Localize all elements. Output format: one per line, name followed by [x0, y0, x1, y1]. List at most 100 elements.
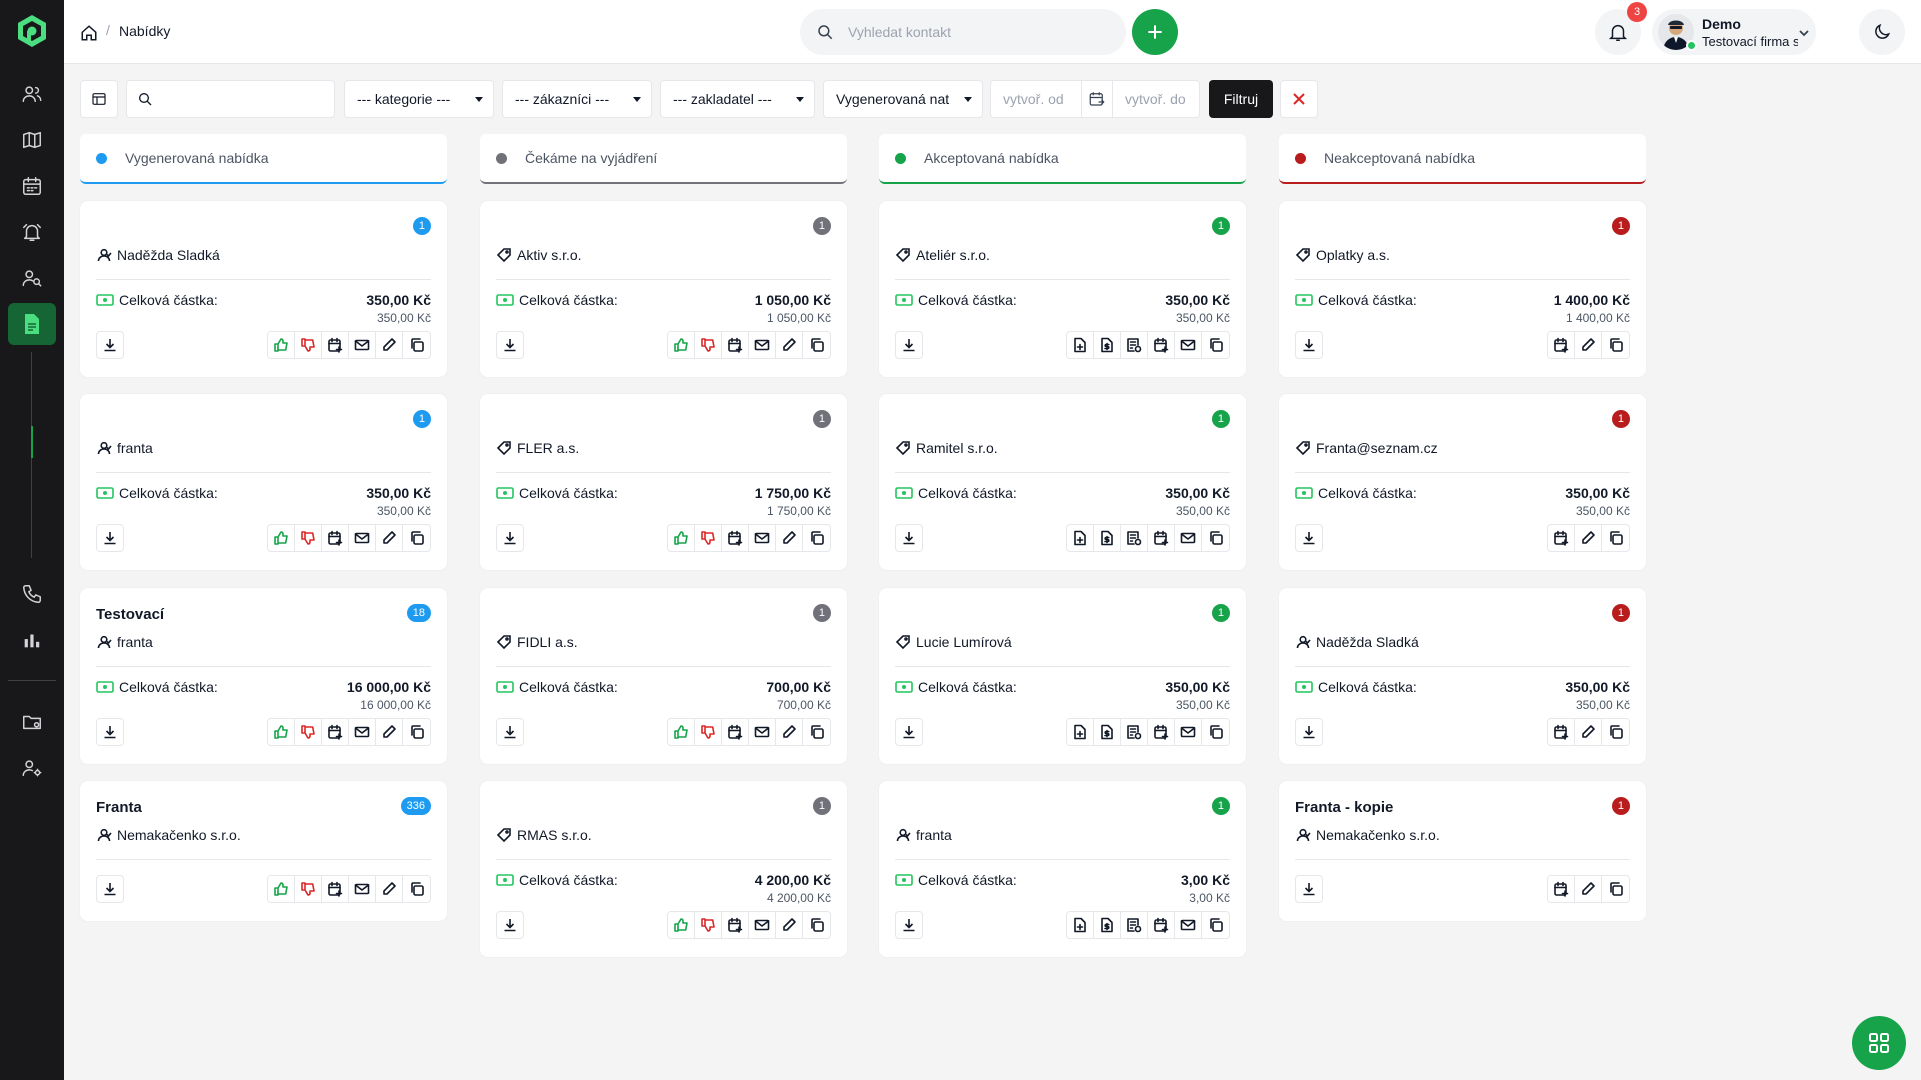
pencil-button[interactable]: [1575, 332, 1602, 358]
offer-card[interactable]: 1 franta Celková částka: 3,00 Kč 3,00 Kč: [879, 781, 1246, 957]
filter-button[interactable]: Filtruj: [1209, 80, 1273, 118]
copy-button[interactable]: [1202, 719, 1229, 745]
calendar-add-button[interactable]: [1148, 332, 1175, 358]
calendar-add-button[interactable]: [722, 912, 749, 938]
thumbs-down-button[interactable]: [295, 525, 322, 551]
calendar-add-button[interactable]: [322, 719, 349, 745]
thumbs-up-button[interactable]: [268, 876, 295, 902]
thumbs-up-button[interactable]: [268, 525, 295, 551]
phone-icon[interactable]: [18, 580, 46, 608]
theme-toggle-button[interactable]: [1859, 9, 1905, 55]
mail-button[interactable]: [749, 525, 776, 551]
offer-contact[interactable]: franta: [96, 440, 153, 456]
invoice-button[interactable]: [1094, 525, 1121, 551]
customers-select[interactable]: --- zákazníci ---: [502, 80, 652, 118]
founder-select[interactable]: --- zakladatel ---: [660, 80, 815, 118]
copy-button[interactable]: [403, 876, 430, 902]
category-select[interactable]: --- kategorie ---: [344, 80, 494, 118]
copy-button[interactable]: [803, 332, 830, 358]
calendar-add-button[interactable]: [1148, 525, 1175, 551]
mail-button[interactable]: [1175, 912, 1202, 938]
offer-contact[interactable]: Franta@seznam.cz: [1295, 440, 1438, 456]
offer-card[interactable]: 1 Naděžda Sladká Celková částka: 350,00 …: [1279, 588, 1646, 764]
offer-card[interactable]: 336 Franta Nemakačenko s.r.o.: [80, 781, 447, 921]
copy-button[interactable]: [403, 525, 430, 551]
offer-card[interactable]: 1 franta Celková částka: 350,00 Kč 350,0…: [80, 394, 447, 570]
calendar-add-button[interactable]: [722, 719, 749, 745]
offers-nav-active[interactable]: [8, 303, 56, 345]
offer-card[interactable]: 1 Franta@seznam.cz Celková částka: 350,0…: [1279, 394, 1646, 570]
pencil-button[interactable]: [1575, 876, 1602, 902]
contact-search-input[interactable]: [848, 24, 1088, 40]
thumbs-down-button[interactable]: [295, 332, 322, 358]
list-document-button[interactable]: [1121, 525, 1148, 551]
list-document-button[interactable]: [1121, 719, 1148, 745]
calendar-add-button[interactable]: [322, 876, 349, 902]
mail-button[interactable]: [349, 525, 376, 551]
mail-button[interactable]: [749, 912, 776, 938]
mail-button[interactable]: [1175, 332, 1202, 358]
offer-contact[interactable]: Nemakačenko s.r.o.: [1295, 827, 1440, 843]
download-button[interactable]: [895, 524, 923, 552]
offer-card[interactable]: 1 Aktiv s.r.o. Celková částka: 1 050,00 …: [480, 201, 847, 377]
offer-card[interactable]: 1 Ateliér s.r.o. Celková částka: 350,00 …: [879, 201, 1246, 377]
download-button[interactable]: [1295, 875, 1323, 903]
column-header[interactable]: Akceptovaná nabídka: [879, 134, 1246, 184]
user-settings-icon[interactable]: [18, 754, 46, 782]
download-button[interactable]: [895, 331, 923, 359]
offer-card[interactable]: 1 FIDLI a.s. Celková částka: 700,00 Kč 7…: [480, 588, 847, 764]
pencil-button[interactable]: [776, 912, 803, 938]
calendar-add-button[interactable]: [1548, 876, 1575, 902]
offer-card[interactable]: 1 Naděžda Sladká Celková částka: 350,00 …: [80, 201, 447, 377]
thumbs-up-button[interactable]: [268, 332, 295, 358]
download-button[interactable]: [96, 718, 124, 746]
apps-grid-button[interactable]: [1852, 1016, 1906, 1070]
offer-contact[interactable]: Oplatky a.s.: [1295, 247, 1390, 263]
calendar-add-button[interactable]: [722, 525, 749, 551]
offer-contact[interactable]: Naděžda Sladká: [96, 247, 220, 263]
download-button[interactable]: [96, 875, 124, 903]
thumbs-up-button[interactable]: [668, 332, 695, 358]
clear-filter-button[interactable]: [1280, 80, 1318, 118]
invoice-button[interactable]: [1094, 912, 1121, 938]
pencil-button[interactable]: [776, 332, 803, 358]
download-button[interactable]: [1295, 718, 1323, 746]
calendar-add-button[interactable]: [1548, 719, 1575, 745]
download-button[interactable]: [96, 331, 124, 359]
user-menu[interactable]: Demo Testovací firma s.r...: [1652, 9, 1816, 55]
copy-button[interactable]: [1602, 876, 1629, 902]
created-to-input[interactable]: vytvoř. do: [1113, 91, 1186, 107]
pencil-button[interactable]: [376, 525, 403, 551]
column-header[interactable]: Neakceptovaná nabídka: [1279, 134, 1646, 184]
download-button[interactable]: [1295, 331, 1323, 359]
pencil-button[interactable]: [376, 876, 403, 902]
copy-button[interactable]: [803, 912, 830, 938]
calendar-add-button[interactable]: [722, 332, 749, 358]
filter-search[interactable]: [126, 80, 335, 118]
map-icon[interactable]: [18, 126, 46, 154]
download-button[interactable]: [496, 331, 524, 359]
mail-button[interactable]: [1175, 525, 1202, 551]
thumbs-up-button[interactable]: [668, 719, 695, 745]
offer-contact[interactable]: RMAS s.r.o.: [496, 827, 592, 843]
document-add-button[interactable]: [1067, 719, 1094, 745]
invoice-button[interactable]: [1094, 332, 1121, 358]
calendar-add-button[interactable]: [1148, 912, 1175, 938]
thumbs-down-button[interactable]: [295, 719, 322, 745]
created-from-input[interactable]: vytvoř. od: [991, 91, 1081, 107]
thumbs-down-button[interactable]: [695, 332, 722, 358]
offer-contact[interactable]: Nemakačenko s.r.o.: [96, 827, 241, 843]
document-add-button[interactable]: [1067, 525, 1094, 551]
copy-button[interactable]: [803, 525, 830, 551]
copy-button[interactable]: [1202, 912, 1229, 938]
mail-button[interactable]: [1175, 719, 1202, 745]
thumbs-down-button[interactable]: [695, 525, 722, 551]
alarm-bell-icon[interactable]: [18, 218, 46, 246]
pencil-button[interactable]: [376, 719, 403, 745]
pencil-button[interactable]: [776, 525, 803, 551]
offer-card[interactable]: 1 Lucie Lumírová Celková částka: 350,00 …: [879, 588, 1246, 764]
document-add-button[interactable]: [1067, 912, 1094, 938]
mail-button[interactable]: [349, 719, 376, 745]
list-document-button[interactable]: [1121, 912, 1148, 938]
mail-button[interactable]: [349, 332, 376, 358]
